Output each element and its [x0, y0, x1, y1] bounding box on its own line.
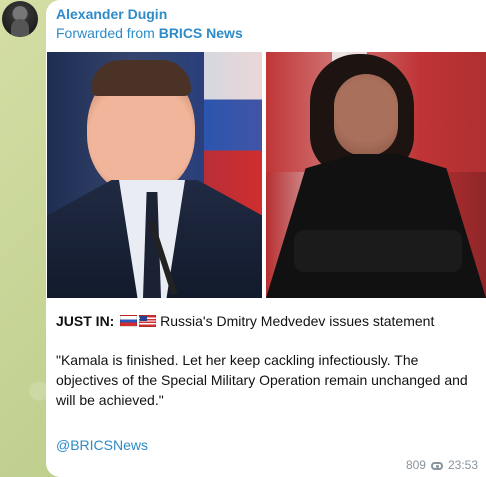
message-time: 23:53: [447, 458, 478, 472]
portrait-face: [334, 74, 398, 156]
russia-flag-icon: [120, 315, 138, 327]
statement-text: "Kamala is finished. Let her keep cackli…: [56, 352, 468, 408]
crossed-arms: [294, 230, 462, 272]
eye-icon: [430, 462, 443, 470]
message-meta: 809 23:53: [406, 458, 478, 472]
headline: JUST IN: Russia's Dmitry Medvedev issues…: [56, 311, 476, 331]
view-count: 809: [405, 458, 426, 472]
headline-text: Russia's Dmitry Medvedev issues statemen…: [160, 313, 435, 329]
forwarded-from: Forwarded from BRICS News: [56, 25, 243, 41]
headline-label: JUST IN:: [56, 313, 115, 329]
sender-name[interactable]: Alexander Dugin: [56, 6, 167, 22]
photo-medvedev[interactable]: [47, 52, 262, 298]
usa-flag-icon: [139, 315, 157, 327]
portrait-body: [266, 154, 486, 298]
photo-harris[interactable]: [266, 52, 486, 298]
source-link[interactable]: @BRICSNews: [56, 435, 476, 455]
channel-avatar[interactable]: [2, 1, 38, 37]
message-bubble: Alexander Dugin Forwarded from BRICS New…: [46, 0, 486, 477]
forwarded-source-link[interactable]: BRICS News: [159, 25, 243, 41]
forwarded-prefix: Forwarded from: [56, 25, 159, 41]
message-media: [47, 52, 486, 298]
portrait-hair: [91, 60, 191, 96]
